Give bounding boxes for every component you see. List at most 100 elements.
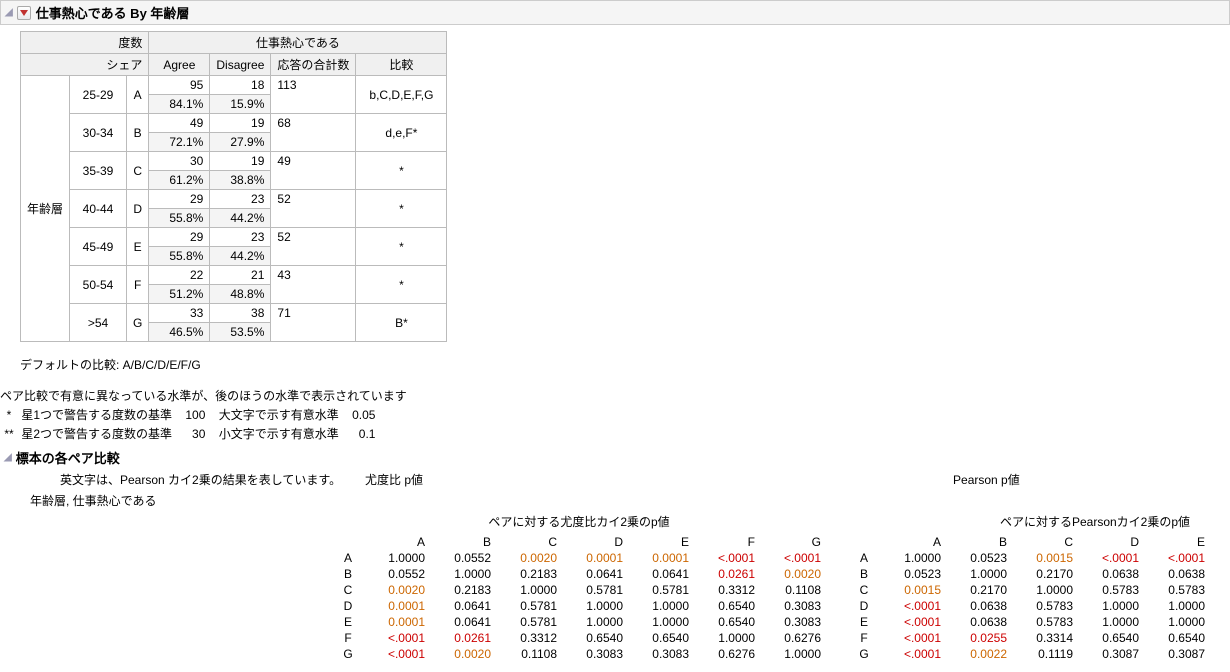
cell: 0.5781 xyxy=(559,582,625,598)
cell: 0.5781 xyxy=(625,582,691,598)
cell: 1.0000 xyxy=(427,566,493,582)
cell: 0.0022 xyxy=(943,646,1009,662)
cell: <.0001 xyxy=(877,630,943,646)
col-disagree: Disagree xyxy=(210,54,271,76)
cell: 0.5781 xyxy=(493,598,559,614)
total-n: 113 xyxy=(271,76,356,114)
corner-bottom: シェア xyxy=(21,54,149,76)
star2-sym: ** xyxy=(0,427,18,441)
star2-n: 30 xyxy=(192,427,205,441)
cell: 1.0000 xyxy=(625,598,691,614)
category: 35-39 xyxy=(70,152,127,190)
total-n: 52 xyxy=(271,228,356,266)
agree-pct: 51.2% xyxy=(149,285,210,304)
cell: 0.0638 xyxy=(1141,566,1207,582)
section-title: 仕事熱心である By 年齢層 xyxy=(36,3,190,22)
cell: 0.0001 xyxy=(559,550,625,566)
row-A: A xyxy=(335,550,361,566)
cell: 0.0523 xyxy=(943,550,1009,566)
section-header-crosstab: ◢ 仕事熱心である By 年齢層 xyxy=(0,0,1230,25)
letter: G xyxy=(127,304,149,342)
row-G: G xyxy=(851,646,877,662)
compare: * xyxy=(356,266,447,304)
agree-pct: 55.8% xyxy=(149,209,210,228)
cell: <.0001 xyxy=(361,646,427,662)
cell: <.0001 xyxy=(757,550,823,566)
cell: 0.0641 xyxy=(427,598,493,614)
row-F: F xyxy=(335,630,361,646)
cell: 0.0020 xyxy=(361,582,427,598)
disagree-pct: 27.9% xyxy=(210,133,271,152)
cell: 0.0001 xyxy=(361,598,427,614)
cell: 0.2170 xyxy=(1009,566,1075,582)
cell: 0.0255 xyxy=(943,630,1009,646)
star1-n: 100 xyxy=(185,408,205,422)
cell: 0.2170 xyxy=(943,582,1009,598)
col-agree: Agree xyxy=(149,54,210,76)
cell: 1.0000 xyxy=(1009,582,1075,598)
cell: 1.0000 xyxy=(361,550,427,566)
total-n: 52 xyxy=(271,190,356,228)
row-D: D xyxy=(851,598,877,614)
disclosure-icon[interactable]: ◢ xyxy=(5,7,13,18)
cell: 0.0020 xyxy=(427,646,493,662)
disclosure-icon[interactable]: ◢ xyxy=(4,452,12,463)
category: 45-49 xyxy=(70,228,127,266)
category: 30-34 xyxy=(70,114,127,152)
star1-a: 星1つで警告する度数の基準 xyxy=(21,408,172,422)
agree-pct: 46.5% xyxy=(149,323,210,342)
cell: 0.6540 xyxy=(1075,630,1141,646)
col-A: A xyxy=(877,534,943,550)
lr-sub: ペアに対する尤度比カイ2乗のp値 xyxy=(335,513,823,530)
letter: D xyxy=(127,190,149,228)
star2-b: 小文字で示す有意水準 xyxy=(219,427,339,441)
cell: 0.0001 xyxy=(625,550,691,566)
row-D: D xyxy=(335,598,361,614)
menu-icon[interactable] xyxy=(17,6,31,20)
cell: 0.3314 xyxy=(1009,630,1075,646)
cell: 0.6540 xyxy=(1141,630,1207,646)
cell: 0.0552 xyxy=(427,550,493,566)
col-C: C xyxy=(493,534,559,550)
pair-section-title: 標本の各ペア比較 xyxy=(16,448,120,467)
letter: F xyxy=(127,266,149,304)
cell: 0.0641 xyxy=(559,566,625,582)
default-compare-note: デフォルトの比較: A/B/C/D/E/F/G xyxy=(20,356,1230,373)
compare: * xyxy=(356,152,447,190)
cell: 0.6276 xyxy=(1207,646,1230,662)
cell: 0.0261 xyxy=(427,630,493,646)
disagree-n: 23 xyxy=(210,228,271,247)
cell: 0.3314 xyxy=(1207,582,1230,598)
col-F: F xyxy=(1207,534,1230,550)
col-F: F xyxy=(691,534,757,550)
cell: 0.5783 xyxy=(1141,582,1207,598)
note-en: 英文字は、Pearson カイ2乗の結果を表しています。 xyxy=(60,471,341,488)
row-A: A xyxy=(851,550,877,566)
cell: <.0001 xyxy=(877,646,943,662)
cell: 0.0020 xyxy=(493,550,559,566)
cell: 0.3083 xyxy=(757,614,823,630)
cell: 0.6540 xyxy=(691,598,757,614)
cell: <.0001 xyxy=(1075,550,1141,566)
total-n: 68 xyxy=(271,114,356,152)
category: >54 xyxy=(70,304,127,342)
cell: 1.0000 xyxy=(625,614,691,630)
star1-v: 0.05 xyxy=(352,408,375,422)
crosstab-table: 度数 仕事熱心である シェア Agree Disagree 応答の合計数 比較 … xyxy=(20,31,447,342)
cell: 0.0001 xyxy=(361,614,427,630)
cell: 0.1108 xyxy=(757,582,823,598)
letter: E xyxy=(127,228,149,266)
category: 50-54 xyxy=(70,266,127,304)
lr-matrix: ペアに対する尤度比カイ2乗のp値 ABCDEFGA1.00000.05520.0… xyxy=(335,513,823,662)
col-B: B xyxy=(943,534,1009,550)
row-group-label: 年齢層 xyxy=(21,76,70,342)
disagree-pct: 15.9% xyxy=(210,95,271,114)
row-C: C xyxy=(335,582,361,598)
cell: 0.0641 xyxy=(625,566,691,582)
cell: 0.0638 xyxy=(943,614,1009,630)
disagree-pct: 38.8% xyxy=(210,171,271,190)
super-header: 仕事熱心である xyxy=(149,32,447,54)
disagree-n: 38 xyxy=(210,304,271,323)
compare: B* xyxy=(356,304,447,342)
cell: 1.0000 xyxy=(1207,630,1230,646)
